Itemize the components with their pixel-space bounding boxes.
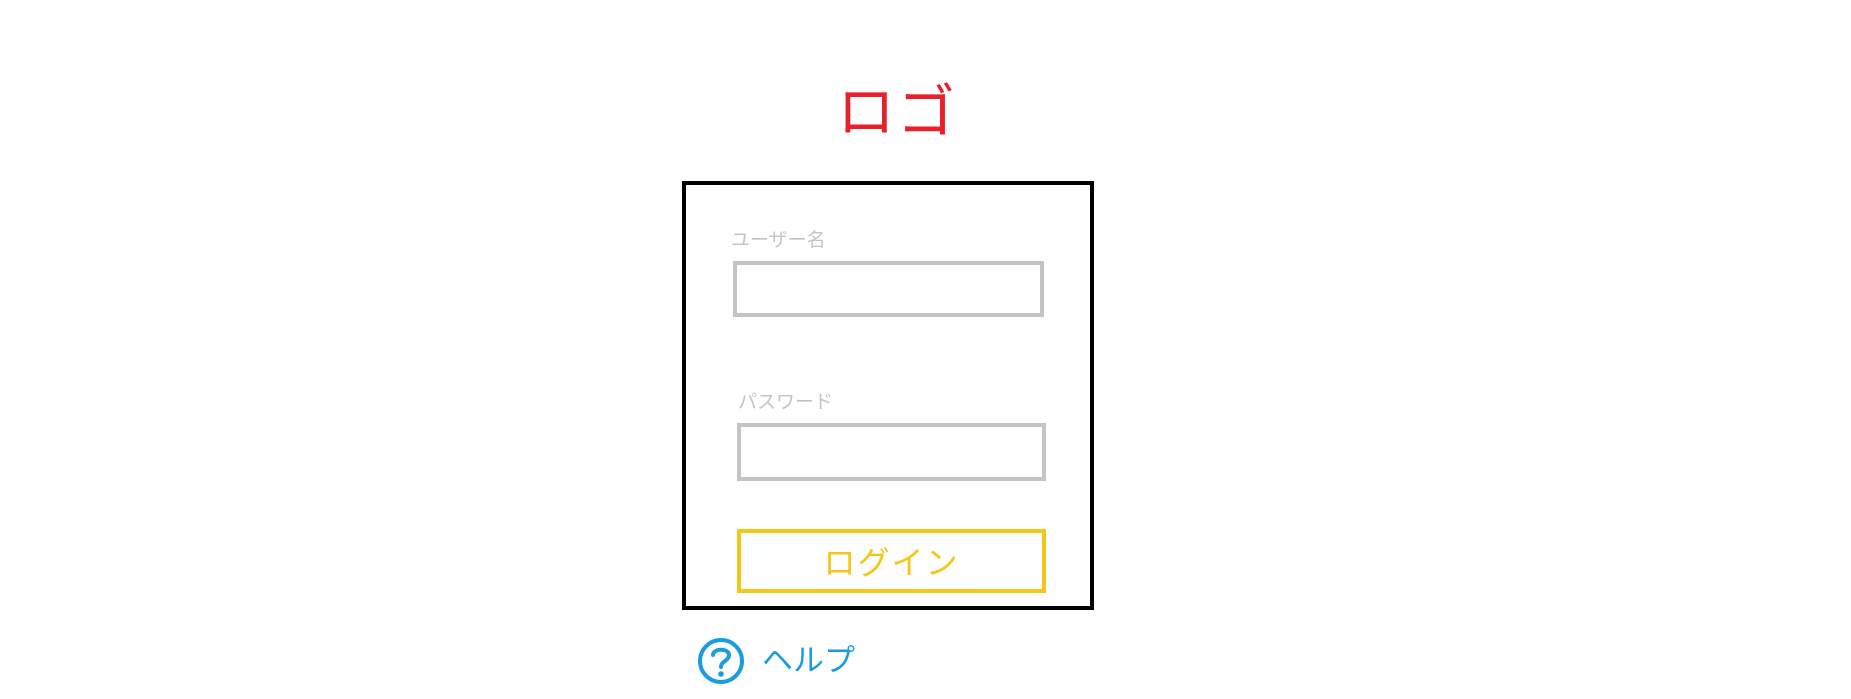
login-button[interactable]: ログイン bbox=[737, 529, 1046, 593]
logo: ロゴ bbox=[837, 78, 958, 146]
password-input[interactable] bbox=[737, 423, 1046, 481]
username-label: ユーザー名 bbox=[731, 229, 826, 251]
username-input[interactable] bbox=[733, 261, 1044, 317]
password-label: パスワード bbox=[738, 391, 834, 413]
help-label: ヘルプ bbox=[762, 643, 855, 679]
help-circle-icon bbox=[696, 636, 746, 686]
help-link[interactable]: ヘルプ bbox=[696, 636, 855, 686]
